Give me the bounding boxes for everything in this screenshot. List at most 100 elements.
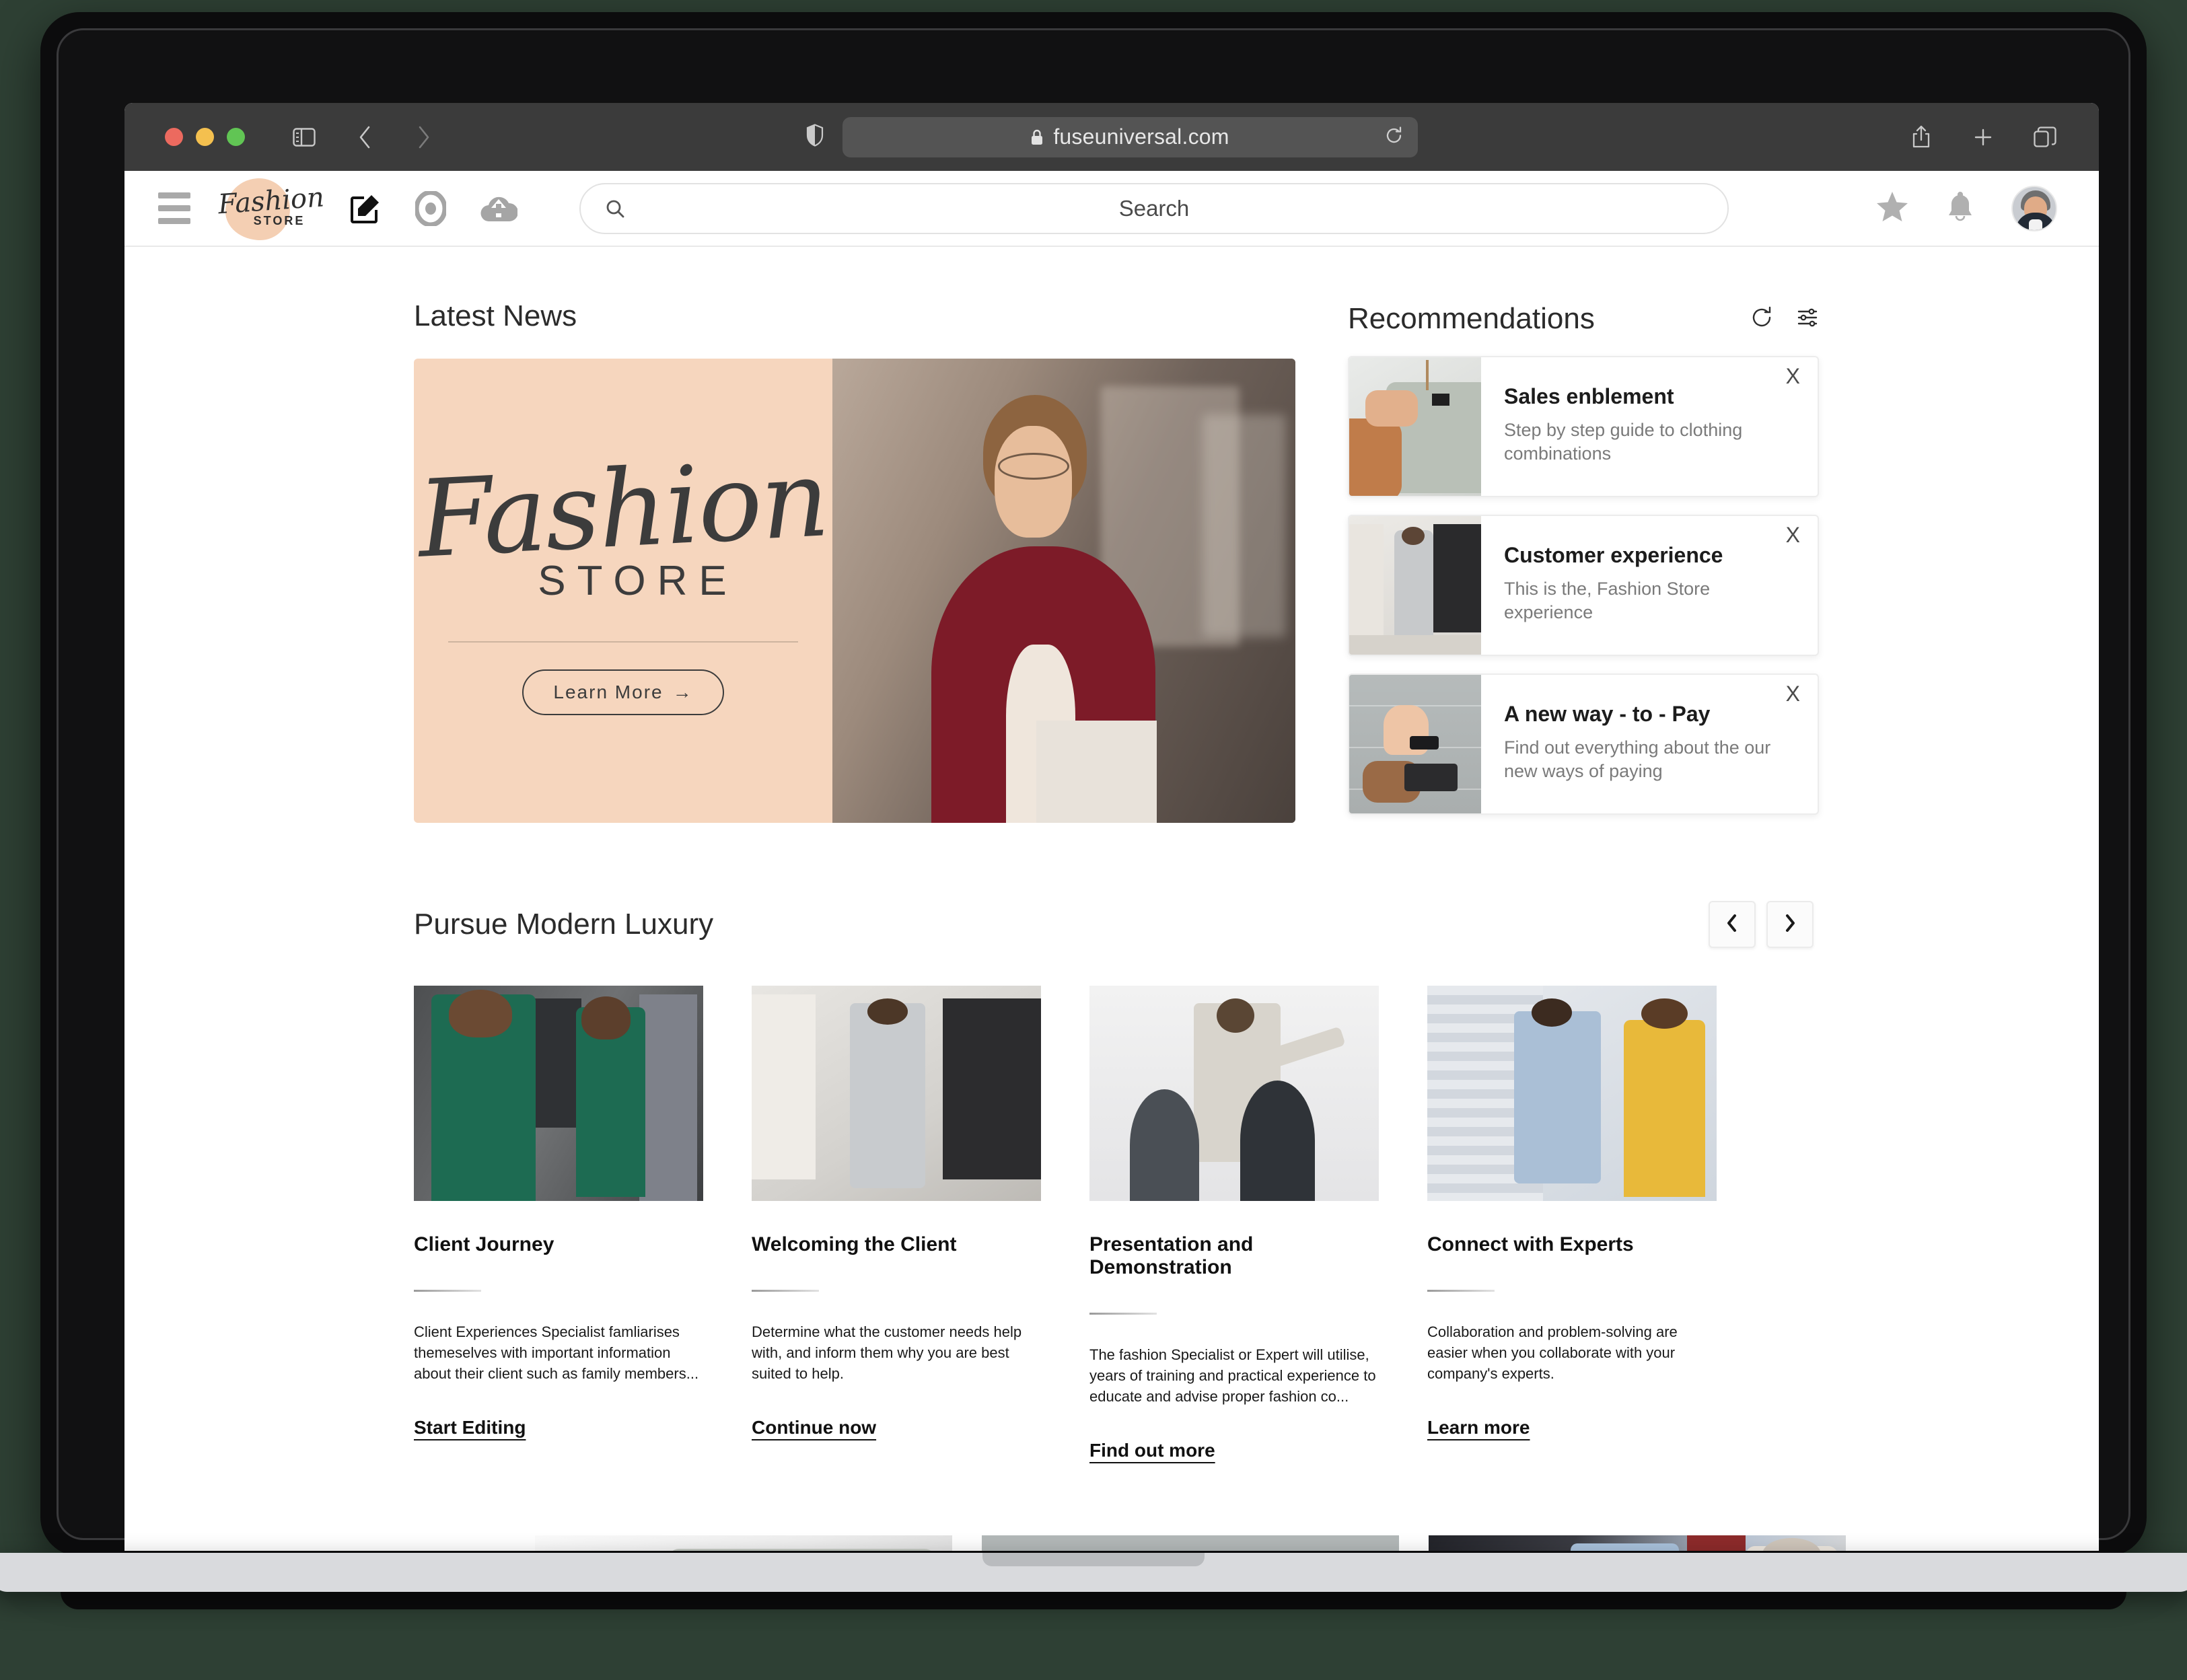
- content-card[interactable]: Welcoming the Client Determine what the …: [752, 986, 1041, 1461]
- learn-more-label: Learn More: [553, 682, 664, 703]
- browser-actions: [1904, 120, 2072, 155]
- banner-store-text: STORE: [538, 558, 738, 605]
- recommendation-card[interactable]: X Sales enblement Step by step guide to …: [1348, 356, 1819, 497]
- star-icon[interactable]: [1875, 190, 1909, 226]
- recommendation-title: Sales enblement: [1504, 384, 1674, 408]
- news-banner[interactable]: Fashion STORE Learn More →: [414, 359, 1295, 823]
- search-placeholder: Search: [1118, 195, 1190, 221]
- recommendation-thumbnail: [1349, 675, 1481, 813]
- card-title: Presentation and Demonstration: [1089, 1233, 1254, 1278]
- tab-overview-icon[interactable]: [2028, 120, 2063, 155]
- next-section-preview: [124, 1461, 2099, 1551]
- page-content: Latest News Fashion STORE Learn More → R…: [124, 247, 2099, 1551]
- card-title: Connect with Experts: [1427, 1233, 1634, 1255]
- plus-icon[interactable]: [1966, 120, 2001, 155]
- preview-card[interactable]: [982, 1535, 1399, 1551]
- forward-arrow-icon[interactable]: [406, 120, 441, 155]
- content-card[interactable]: Presentation and Demonstration The fashi…: [1089, 986, 1379, 1461]
- logo-script-text: Fashion: [217, 182, 326, 221]
- recommendation-card[interactable]: X A new way - to - Pay Find out everythi…: [1348, 673, 1819, 815]
- header-actions: [1875, 185, 2069, 231]
- card-action-link[interactable]: Learn more: [1427, 1417, 1530, 1438]
- reload-icon[interactable]: [1386, 126, 1403, 148]
- carousel-nav: [1709, 901, 1814, 948]
- laptop-frame: fuseuniversal.com Fashion STORE Search L…: [0, 12, 2187, 1609]
- preview-card[interactable]: [1429, 1535, 1846, 1551]
- learn-more-button[interactable]: Learn More →: [522, 669, 724, 716]
- carousel-cards: Client Journey Client Experiences Specia…: [414, 986, 2099, 1461]
- top-section: Latest News Fashion STORE Learn More → R…: [124, 247, 2099, 823]
- card-description: Collaboration and problem-solving are ea…: [1427, 1323, 1678, 1383]
- chevron-left-icon: [1725, 913, 1740, 937]
- hamburger-menu-icon[interactable]: [158, 192, 190, 224]
- recommendation-subtitle: Find out everything about the our new wa…: [1504, 737, 1771, 782]
- card-image: [1427, 986, 1717, 1201]
- recommendation-title: Customer experience: [1504, 543, 1723, 567]
- close-icon[interactable]: X: [1786, 365, 1800, 387]
- recommendations-header: Recommendations: [1348, 299, 1819, 338]
- recommendation-thumbnail: [1349, 357, 1481, 496]
- card-title: Welcoming the Client: [752, 1233, 957, 1255]
- recommendations-heading: Recommendations: [1348, 302, 1595, 335]
- card-divider: [752, 1290, 819, 1292]
- lock-icon: [1030, 129, 1044, 146]
- edit-pencil-icon[interactable]: [349, 192, 382, 225]
- cloud-upload-icon[interactable]: [480, 193, 517, 224]
- card-description: Client Experiences Specialist famliarise…: [414, 1323, 699, 1383]
- preview-card[interactable]: [535, 1535, 952, 1551]
- fashion-store-logo[interactable]: Fashion STORE: [217, 178, 325, 240]
- card-title: Client Journey: [414, 1233, 554, 1255]
- card-action-link[interactable]: Find out more: [1089, 1440, 1215, 1461]
- share-icon[interactable]: [1904, 120, 1939, 155]
- card-action-link[interactable]: Start Editing: [414, 1417, 526, 1438]
- maximize-window-button[interactable]: [227, 128, 245, 146]
- carousel-next-button[interactable]: [1766, 901, 1814, 948]
- browser-window: fuseuniversal.com Fashion STORE Search L…: [124, 103, 2099, 1551]
- carousel-prev-button[interactable]: [1709, 901, 1756, 948]
- content-card[interactable]: Connect with Experts Collaboration and p…: [1427, 986, 1717, 1461]
- card-divider: [1427, 1290, 1495, 1292]
- filter-settings-icon[interactable]: [1796, 306, 1819, 332]
- card-divider: [1089, 1313, 1157, 1315]
- avatar-shirt: [2029, 219, 2042, 230]
- recommendation-title: A new way - to - Pay: [1504, 702, 1711, 726]
- laptop-hinge: [61, 1592, 2126, 1609]
- window-controls[interactable]: [165, 128, 245, 146]
- card-image: [752, 986, 1041, 1201]
- pursue-modern-luxury-section: Pursue Modern Luxury Client Journey Clie…: [124, 823, 2099, 1461]
- banner-divider: [448, 641, 798, 643]
- close-icon[interactable]: X: [1786, 683, 1800, 704]
- record-circle-icon[interactable]: [415, 190, 446, 226]
- refresh-icon[interactable]: [1750, 306, 1773, 332]
- card-description: Determine what the customer needs help w…: [752, 1323, 1022, 1383]
- recommendation-subtitle: This is the, Fashion Store experience: [1504, 579, 1711, 623]
- logo-sub-text: STORE: [253, 214, 306, 227]
- latest-news-heading: Latest News: [414, 299, 577, 332]
- search-input[interactable]: Search: [579, 182, 1729, 234]
- content-card[interactable]: Client Journey Client Experiences Specia…: [414, 986, 703, 1461]
- url-bar[interactable]: fuseuniversal.com: [842, 116, 1418, 157]
- card-action-link[interactable]: Continue now: [752, 1417, 876, 1438]
- recommendation-thumbnail: [1349, 516, 1481, 655]
- minimize-window-button[interactable]: [196, 128, 214, 146]
- browser-toolbar: fuseuniversal.com: [124, 103, 2099, 171]
- back-arrow-icon[interactable]: [347, 120, 382, 155]
- privacy-shield-icon[interactable]: [806, 124, 824, 150]
- chevron-right-icon: [1783, 913, 1797, 937]
- arrow-right-icon: →: [672, 682, 693, 703]
- sidebar-toggle-icon[interactable]: [287, 120, 322, 155]
- laptop-base: [0, 1553, 2187, 1592]
- card-image: [414, 986, 703, 1201]
- bell-icon[interactable]: [1945, 190, 1975, 227]
- user-avatar[interactable]: [2011, 185, 2057, 231]
- close-icon[interactable]: X: [1786, 524, 1800, 546]
- banner-photo: [832, 359, 1295, 823]
- close-window-button[interactable]: [165, 128, 183, 146]
- latest-news-section: Latest News Fashion STORE Learn More →: [414, 299, 1295, 823]
- recommendations-actions: [1750, 306, 1819, 332]
- laptop-bezel: fuseuniversal.com Fashion STORE Search L…: [57, 28, 2130, 1551]
- recommendation-card[interactable]: X Customer experience This is the, Fashi…: [1348, 515, 1819, 656]
- card-divider: [414, 1290, 481, 1292]
- card-image: [1089, 986, 1379, 1201]
- card-description: The fashion Specialist or Expert will ut…: [1089, 1346, 1376, 1405]
